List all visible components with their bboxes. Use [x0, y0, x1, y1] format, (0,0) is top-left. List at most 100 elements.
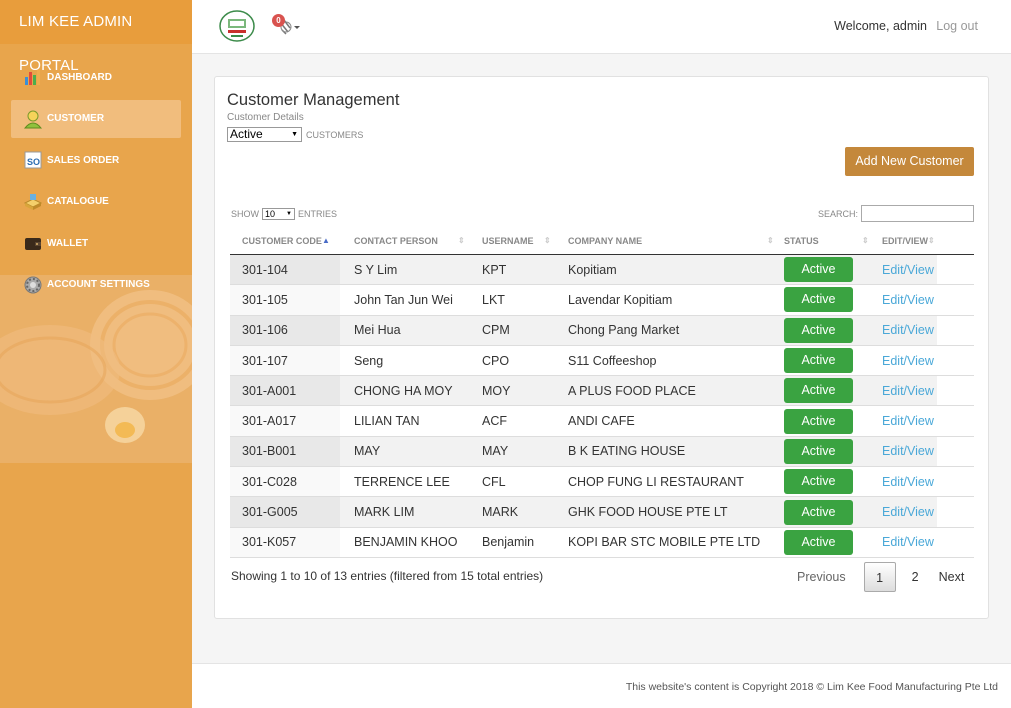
pagination: Previous 1 2 Next — [787, 562, 974, 592]
show-label: SHOW — [231, 209, 259, 219]
entries-select[interactable]: 10 ▼ — [262, 208, 295, 220]
edit-view-link[interactable]: Edit/View — [882, 535, 934, 549]
edit-view-link[interactable]: Edit/View — [882, 475, 934, 489]
customer-code-cell: 301-B001 — [230, 436, 340, 467]
edit-view-cell: Edit/View — [873, 444, 937, 458]
sidebar-item-label: SALES ORDER — [47, 154, 120, 166]
page-title: Customer Management — [227, 91, 400, 109]
company-name-cell: B K EATING HOUSE — [568, 444, 686, 459]
status-cell: Active — [778, 438, 873, 464]
status-active-button[interactable]: Active — [784, 378, 853, 404]
status-active-button[interactable]: Active — [784, 529, 853, 555]
company-name-cell: A PLUS FOOD PLACE — [568, 383, 696, 398]
add-new-customer-button[interactable]: Add New Customer — [845, 147, 974, 176]
edit-view-cell: Edit/View — [873, 263, 937, 277]
status-cell: Active — [778, 529, 873, 555]
row-spacer — [937, 315, 974, 345]
table-row: 301-K057 BENJAMIN KHOO Benjamin KOPI BAR ST… — [230, 527, 974, 558]
edit-view-link[interactable]: Edit/View — [882, 384, 934, 398]
status-active-button[interactable]: Active — [784, 438, 853, 464]
table-row: 301-107 Seng CPO S11 Coffeeshop Active Edit/V… — [230, 345, 974, 377]
status-active-button[interactable]: Active — [784, 257, 853, 283]
edit-view-link[interactable]: Edit/View — [882, 444, 934, 458]
sidebar-item-account-settings[interactable]: ACCOUNT SETTINGS — [11, 266, 181, 304]
company-name-cell: Lavendar Kopitiam — [568, 292, 673, 307]
edit-view-link[interactable]: Edit/View — [882, 354, 934, 368]
chevron-down-icon: ▼ — [286, 211, 292, 217]
row-spacer — [937, 467, 974, 497]
table-row: 301-C028 TERRENCE LEE CFL CHOP FUNG LI REST… — [230, 467, 974, 498]
user-icon — [23, 109, 43, 129]
pagination-next[interactable]: Next — [929, 562, 975, 592]
contact-person-cell: TERRENCE LEE — [354, 474, 450, 489]
svg-text:SO: SO — [27, 157, 40, 167]
edit-view-cell: Edit/View — [873, 323, 937, 337]
column-header-company-name[interactable]: COMPANY NAME ⇕ — [556, 227, 778, 254]
username-cell: MARK — [482, 505, 519, 520]
edit-view-cell: Edit/View — [873, 354, 937, 368]
contact-person-cell: S Y Lim — [354, 262, 398, 277]
status-active-button[interactable]: Active — [784, 287, 853, 313]
app-title[interactable]: LIM KEE ADMIN PORTAL — [0, 0, 192, 74]
status-active-button[interactable]: Active — [784, 348, 853, 374]
edit-view-link[interactable]: Edit/View — [882, 293, 934, 307]
notifications-button[interactable]: 0 — [272, 14, 302, 38]
pagination-page-2[interactable]: 2 — [902, 562, 929, 592]
sidebar-item-wallet[interactable]: WALLET — [11, 224, 181, 262]
entries-length-control: SHOW 10 ▼ ENTRIES — [231, 208, 337, 220]
row-spacer — [937, 527, 974, 557]
edit-view-link[interactable]: Edit/View — [882, 263, 934, 277]
row-spacer — [937, 345, 974, 376]
logout-link[interactable]: Log out — [936, 19, 978, 33]
status-active-button[interactable]: Active — [784, 499, 853, 525]
pagination-previous[interactable]: Previous — [787, 562, 856, 592]
contact-person-cell: BENJAMIN KHOO — [354, 535, 458, 550]
edit-view-link[interactable]: Edit/View — [882, 323, 934, 337]
edit-view-link[interactable]: Edit/View — [882, 414, 934, 428]
edit-view-cell: Edit/View — [873, 384, 937, 398]
topbar: 0 Welcome, admin Log out — [192, 0, 1011, 54]
table-row: 301-A017 LILIAN TAN ACF ANDI CAFE Active Edit… — [230, 406, 974, 437]
sidebar-item-catalogue[interactable]: CATALOGUE — [11, 183, 181, 221]
column-header-customer-code[interactable]: CUSTOMER CODE ▲ — [230, 227, 340, 254]
column-header-status[interactable]: STATUS ⇕ — [778, 227, 873, 254]
status-active-button[interactable]: Active — [784, 469, 853, 495]
pagination-page-1[interactable]: 1 — [863, 562, 896, 592]
contact-person-cell: MARK LIM — [354, 505, 415, 520]
edit-view-cell: Edit/View — [873, 475, 937, 489]
status-active-button[interactable]: Active — [784, 317, 853, 343]
company-name-cell: CHOP FUNG LI RESTAURANT — [568, 474, 744, 489]
column-header-edit-view[interactable]: EDIT/VIEW ⇕ — [873, 227, 937, 254]
row-spacer — [937, 255, 974, 285]
username-cell: CPO — [482, 353, 510, 368]
contact-person-cell: LILIAN TAN — [354, 414, 420, 429]
sidebar-item-dashboard[interactable]: DASHBOARD — [11, 58, 181, 96]
page-subtitle: Customer Details — [227, 112, 304, 123]
table-header: CUSTOMER CODE ▲ CONTACT PERSON ⇕ USERNAME ⇕… — [230, 227, 974, 255]
status-cell: Active — [778, 317, 873, 343]
contact-person-cell: MAY — [354, 444, 381, 459]
customer-panel: Customer Management Customer Details Act… — [214, 76, 989, 619]
customer-code-cell: 301-106 — [230, 315, 340, 345]
customer-code-cell: 301-107 — [230, 345, 340, 376]
column-header-username[interactable]: USERNAME ⇕ — [468, 227, 556, 254]
table-row: 301-B001 MAY MAY B K EATING HOUSE Active Edit… — [230, 436, 974, 468]
edit-view-link[interactable]: Edit/View — [882, 505, 934, 519]
company-logo[interactable] — [219, 10, 255, 42]
username-cell: KPT — [482, 262, 507, 277]
sidebar-item-customer[interactable]: CUSTOMER — [11, 99, 181, 138]
status-filter-select[interactable]: Active ▼ — [227, 127, 302, 142]
search-label: SEARCH: — [818, 209, 859, 219]
company-name-cell: ANDI CAFE — [568, 414, 635, 429]
username-cell: ACF — [482, 414, 507, 429]
status-active-button[interactable]: Active — [784, 408, 853, 434]
sidebar-item-sales-order[interactable]: SO SALES ORDER — [11, 141, 181, 179]
sidebar-item-label: DASHBOARD — [47, 71, 112, 83]
company-name-cell: Kopitiam — [568, 262, 617, 277]
company-name-cell: KOPI BAR STC MOBILE PTE LTD — [568, 535, 761, 550]
column-header-contact-person[interactable]: CONTACT PERSON ⇕ — [340, 227, 468, 254]
username-cell: CFL — [482, 474, 506, 489]
search-input[interactable] — [861, 205, 974, 222]
row-spacer — [937, 376, 974, 406]
edit-view-cell: Edit/View — [873, 505, 937, 519]
